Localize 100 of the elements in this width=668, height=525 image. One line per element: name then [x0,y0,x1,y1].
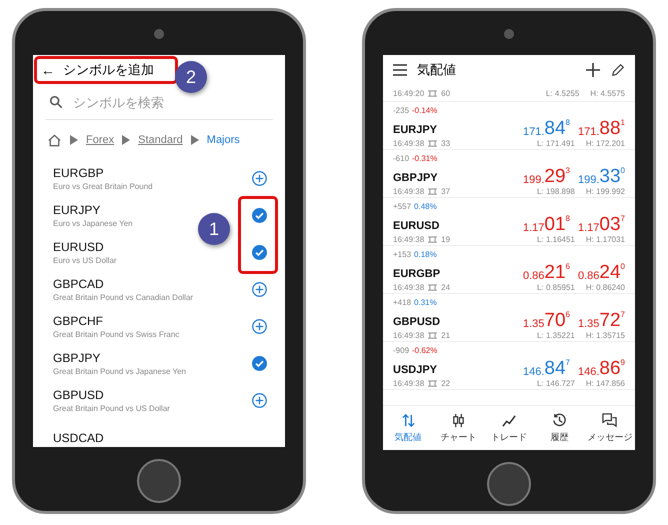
change-points: +418 [393,298,412,307]
low-price: L: 4.5255 [546,88,580,98]
symbol-description: Euro vs US Dollar [53,256,118,265]
low-price: L: 171.491 [537,139,575,148]
change-percent: 0.31% [414,298,437,307]
spread-value: 33 [441,139,450,148]
home-button[interactable] [487,462,531,506]
high-price: H: 147.856 [586,379,625,388]
change-points: +557 [393,202,412,211]
up-down-arrows-icon [400,412,416,428]
triangle-icon [122,135,130,145]
symbol-name: EURGBP [393,268,440,282]
quote-time: 16:49:38 [393,235,424,244]
symbol-name: USDJPY [393,364,438,378]
symbol-name: GBPCAD [53,277,105,291]
add-icon[interactable] [585,62,601,78]
screen-title: 気配値 [417,61,456,79]
high-price: H: 1.35715 [586,331,625,340]
symbol-name: EURUSD [53,240,105,254]
pencil-icon[interactable] [611,63,625,77]
symbol-name: GBPJPY [53,351,102,365]
high-price: H: 172.201 [586,139,625,148]
change-points: -235 [393,106,410,115]
spread-icon [428,236,438,243]
breadcrumb-link[interactable]: Standard [138,134,183,146]
home-icon[interactable] [47,132,62,148]
symbol-name: USDCAD [53,430,105,444]
symbol-name: GBPCHF [53,314,104,328]
nav-tab[interactable]: チャート [433,406,484,450]
high-price: H: 1.17031 [586,235,625,244]
quote-time: 16:49:38 [393,139,424,148]
symbol-name: GBPJPY [393,172,438,186]
symbol-name: EURJPY [53,203,102,217]
quote-time: 16:49:20 [393,88,424,98]
symbol-name: GBPUSD [53,388,105,402]
symbol-name: EURJPY [393,124,438,138]
symbol-description: Euro vs Japanese Yen [53,219,134,228]
symbol-name: EURGBP [53,166,105,180]
step-number-badge: 2 [175,61,207,93]
chat-bubbles-icon [602,412,618,428]
low-price: L: 1.35221 [537,331,575,340]
triangle-icon [70,135,78,145]
change-percent: 0.18% [414,250,437,259]
spread-icon [428,140,438,147]
back-button[interactable]: ← [41,62,55,78]
spread-icon [428,90,438,96]
symbol-name: EURUSD [393,220,440,234]
spread-value: 19 [441,235,450,244]
change-points: -610 [393,154,410,163]
camera-dot [504,29,514,39]
candlestick-icon [451,412,466,428]
home-button[interactable] [137,459,181,503]
quote-time: 16:49:38 [393,379,424,388]
triangle-icon [190,135,199,145]
nav-tab[interactable]: 気配値 [383,406,434,450]
high-price: H: 199.992 [586,187,625,196]
low-price: L: 1.16451 [537,235,575,244]
spread-value: 24 [441,283,450,292]
spread-value: 22 [441,379,450,388]
search-field[interactable]: シンボルを検索 [73,94,233,110]
nav-tab[interactable]: 履歴 [534,406,585,450]
camera-dot [154,29,164,39]
spread-icon [428,332,438,339]
nav-tab[interactable]: トレード [484,406,534,450]
change-points: -909 [393,346,410,355]
nav-tab[interactable]: メッセージ [584,406,635,450]
step-number-badge: 1 [198,213,230,245]
spread-value: 60 [441,88,450,98]
quote-time: 16:49:38 [393,283,424,292]
screen-title: シンボルを追加 [63,61,154,79]
symbol-description: Great Britain Pound vs Swiss Franc [53,330,180,339]
spread-icon [428,380,438,387]
high-price: H: 4.5575 [590,88,625,98]
checked-icon[interactable] [252,208,267,223]
checked-icon[interactable] [252,356,267,371]
line-chart-icon [502,412,517,428]
breadcrumb-link[interactable]: Forex [86,134,114,146]
change-points: +153 [393,250,412,259]
quote-time: 16:49:38 [393,187,424,196]
symbol-name: GBPUSD [393,316,440,330]
change-percent: -0.14% [412,106,438,115]
search-icon [49,95,63,109]
spread-icon [428,284,438,291]
menu-icon[interactable] [393,64,407,76]
quote-time: 16:49:38 [393,331,424,340]
breadcrumb-link[interactable]: Majors [206,134,240,146]
change-percent: -0.62% [412,346,438,355]
symbol-description: Great Britain Pound vs US Dollar [53,404,171,413]
history-clock-icon [552,412,567,428]
spread-icon [428,188,438,195]
high-price: H: 0.86240 [586,283,625,292]
symbol-description: Euro vs Great Britain Pound [53,182,154,191]
change-percent: -0.31% [412,154,438,163]
low-price: L: 0.85951 [537,283,575,292]
change-percent: 0.48% [414,202,437,211]
checked-icon[interactable] [252,245,267,260]
symbol-description: Great Britain Pound vs Canadian Dollar [53,293,194,302]
low-price: L: 146.727 [537,379,575,388]
spread-value: 21 [441,331,450,340]
spread-value: 37 [441,187,450,196]
